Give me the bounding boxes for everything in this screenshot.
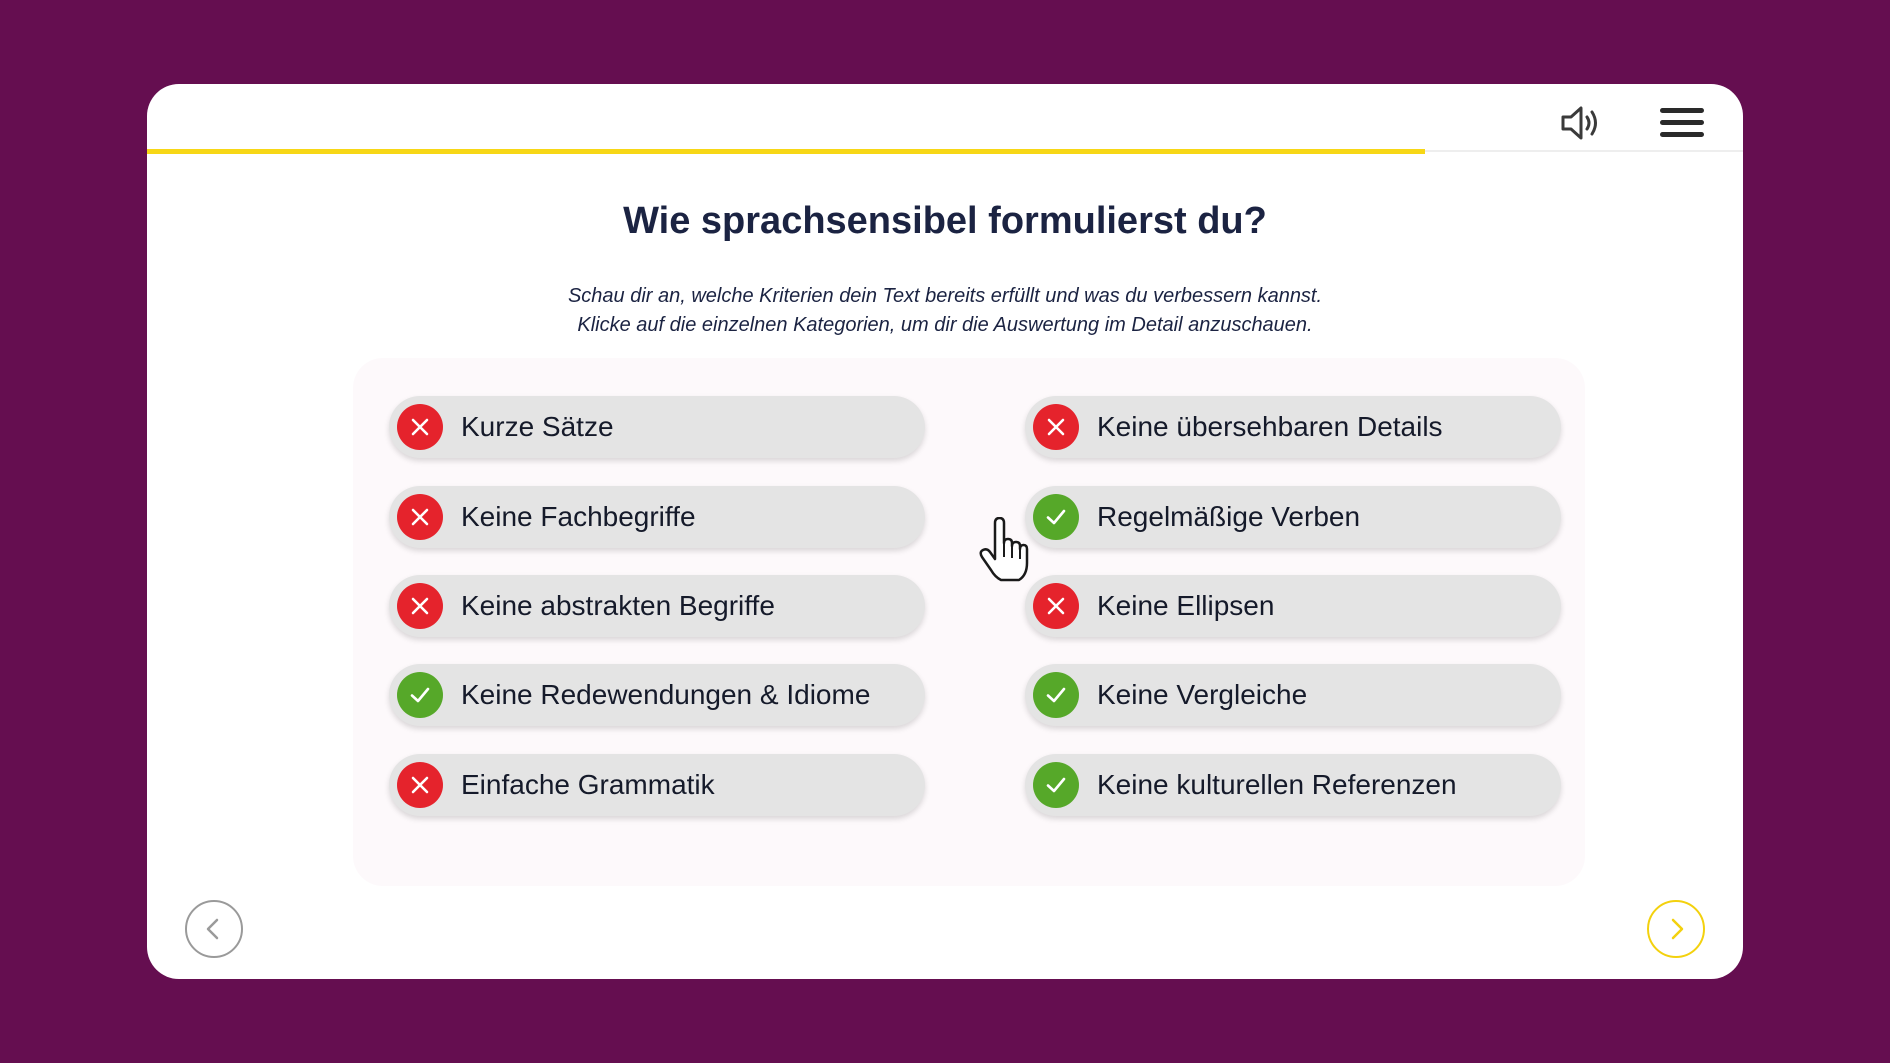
criterion-label: Keine Fachbegriffe: [461, 501, 696, 532]
page-title: Wie sprachsensibel formulierst du?: [623, 200, 1267, 242]
status-icon: [397, 583, 443, 629]
checkmark-icon: [1046, 687, 1066, 703]
status-icon: [1033, 583, 1079, 629]
criterion-item[interactable]: Keine kulturellen Referenzen: [1025, 754, 1561, 816]
instructions: Schau dir an, welche Kriterien dein Text…: [147, 282, 1743, 340]
criteria-panel: Kurze Sätze Keine übersehbaren Details K…: [353, 358, 1585, 886]
criterion-label: Keine kulturellen Referenzen: [1097, 769, 1457, 800]
status-icon: [1033, 404, 1079, 450]
hamburger-menu-icon: [1660, 108, 1704, 137]
cross-icon: [411, 418, 429, 436]
criterion-label: Keine Redewendungen & Idiome: [461, 679, 871, 710]
checkmark-icon: [410, 687, 430, 703]
criterion-item[interactable]: Keine Ellipsen: [1025, 575, 1561, 637]
previous-button[interactable]: [185, 900, 243, 958]
status-icon: [1033, 494, 1079, 540]
instructions-line-2: Klicke auf die einzelnen Kategorien, um …: [577, 314, 1313, 336]
status-icon: [397, 762, 443, 808]
criterion-item[interactable]: Keine übersehbaren Details: [1025, 396, 1561, 458]
criterion-item[interactable]: Einfache Grammatik: [389, 754, 925, 816]
criterion-item[interactable]: Keine abstrakten Begriffe: [389, 575, 925, 637]
next-button[interactable]: [1647, 900, 1705, 958]
criterion-item[interactable]: Keine Vergleiche: [1025, 664, 1561, 726]
status-icon: [1033, 762, 1079, 808]
criterion-label: Regelmäßige Verben: [1097, 501, 1361, 532]
status-icon: [397, 404, 443, 450]
cross-icon: [411, 508, 429, 526]
criterion-label: Keine Ellipsen: [1097, 590, 1275, 621]
cross-icon: [411, 597, 429, 615]
criterion-label: Keine übersehbaren Details: [1097, 411, 1443, 442]
criterion-item[interactable]: Kurze Sätze: [389, 396, 925, 458]
checkmark-icon: [1046, 509, 1066, 525]
criterion-label: Keine abstrakten Begriffe: [461, 590, 775, 621]
chevron-left-icon: [206, 918, 219, 940]
criterion-item[interactable]: Keine Redewendungen & Idiome: [389, 664, 925, 726]
criterion-item[interactable]: Regelmäßige Verben: [1025, 486, 1561, 548]
instructions-line-1: Schau dir an, welche Kriterien dein Text…: [567, 285, 1323, 307]
criterion-label: Keine Vergleiche: [1097, 679, 1308, 710]
sound-button[interactable]: [1555, 98, 1605, 148]
criterion-label: Kurze Sätze: [461, 411, 614, 442]
status-icon: [397, 494, 443, 540]
status-icon: [1033, 672, 1079, 718]
app-window: Wie sprachsensibel formulierst du? Schau…: [147, 84, 1743, 979]
menu-button[interactable]: [1657, 98, 1707, 148]
chevron-right-icon: [1671, 918, 1684, 940]
criterion-item[interactable]: Keine Fachbegriffe: [389, 486, 925, 548]
checkmark-icon: [1046, 777, 1066, 793]
progress-bar: [147, 149, 1743, 154]
cross-icon: [1047, 418, 1065, 436]
status-icon: [397, 672, 443, 718]
criterion-label: Einfache Grammatik: [461, 769, 715, 800]
speaker-icon: [1561, 106, 1597, 140]
cross-icon: [1047, 597, 1065, 615]
cross-icon: [411, 776, 429, 794]
progress-bar-fill: [147, 149, 1426, 154]
